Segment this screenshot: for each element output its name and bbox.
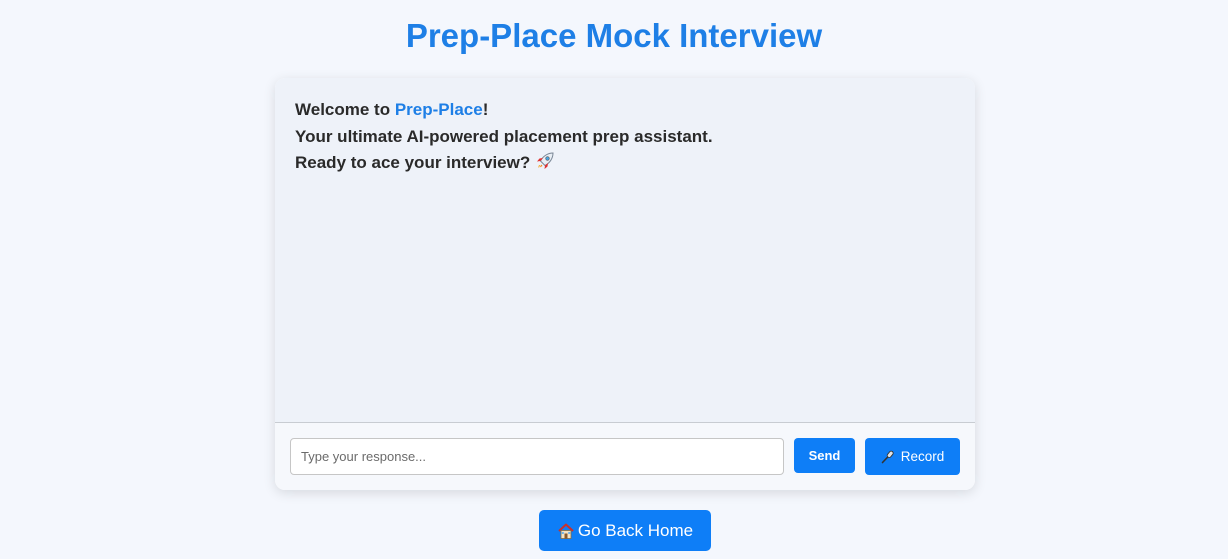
record-button[interactable]: Record [865,438,960,475]
chat-container: Welcome to Prep-Place! Your ultimate AI-… [275,78,975,490]
welcome-prefix: Welcome to [295,100,395,119]
go-back-home-button[interactable]: Go Back Home [539,510,711,551]
welcome-suffix: ! [482,100,489,119]
record-label: Record [900,449,945,464]
page-title: Prep-Place Mock Interview [405,17,823,54]
ready-text: Ready to ace your interview? [295,153,531,172]
rocket-icon [534,150,556,172]
tagline: Your ultimate AI-powered placement prep … [295,126,713,146]
bot-welcome-message: Welcome to Prep-Place! Your ultimate AI-… [295,97,713,177]
send-button[interactable]: Send [794,438,855,473]
welcome-line: Welcome to Prep-Place! [295,97,713,124]
chat-messages-area: Welcome to Prep-Place! Your ultimate AI-… [275,78,975,423]
response-input[interactable] [290,438,784,475]
input-bar: Send Record [275,423,975,490]
home-label: Go Back Home [577,520,694,540]
house-icon [557,522,575,540]
ready-line: Ready to ace your interview? [295,150,713,177]
brand-name: Prep-Place [394,100,483,119]
microphone-icon [881,450,895,464]
